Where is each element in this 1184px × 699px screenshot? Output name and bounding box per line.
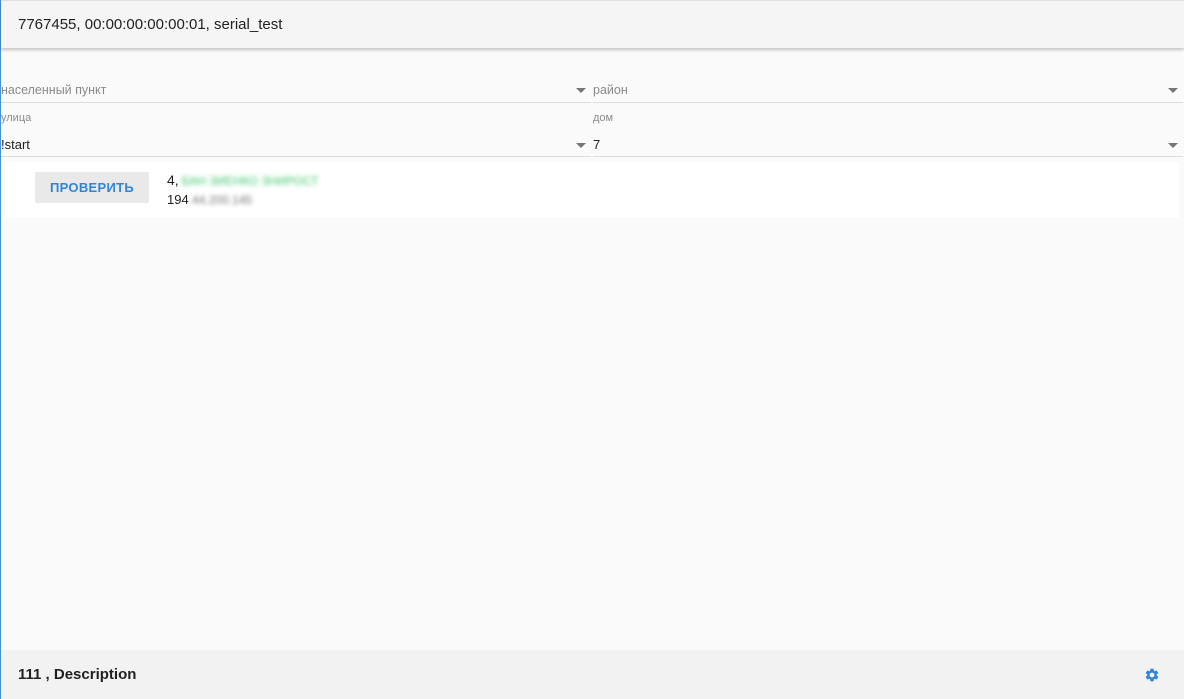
address-line: 4, БАН ЗИЕНКО ЗНИРОСТ [167,172,319,188]
address-redacted: БАН ЗИЕНКО ЗНИРОСТ [181,174,319,188]
house-value: 7 [593,137,601,152]
bottom-bar: 111 , Description [1,650,1184,699]
caret-down-icon [576,88,586,93]
device-title: 7767455, 00:00:00:00:00:01, serial_test [18,16,283,33]
caret-down-icon [1168,143,1178,148]
footer-description: 111 , Description [18,666,137,683]
top-bar: 7767455, 00:00:00:00:00:01, serial_test [1,0,1184,48]
locality-select[interactable]: населенный пункт [1,76,591,103]
ip-redacted: .44.200.145 [188,193,253,207]
house-select[interactable]: дом 7 [593,110,1183,157]
gear-icon[interactable] [1144,667,1160,683]
district-placeholder: район [593,83,628,97]
street-label: улица [1,112,32,124]
ip-line: 194.44.200.145 [167,192,252,207]
caret-down-icon [1168,88,1178,93]
caret-down-icon [576,143,586,148]
district-select[interactable]: район [593,76,1183,103]
result-card: ПРОВЕРИТЬ 4, БАН ЗИЕНКО ЗНИРОСТ 194.44.20… [6,162,1179,218]
house-label: дом [593,112,614,124]
check-button[interactable]: ПРОВЕРИТЬ [35,172,149,203]
address-prefix: 4, [167,172,179,188]
locality-placeholder: населенный пункт [1,83,107,97]
street-value: !start [1,137,30,152]
ip-prefix: 194 [167,192,189,207]
street-select[interactable]: улица !start [1,110,591,157]
app-page: 7767455, 00:00:00:00:00:01, serial_test … [0,0,1184,699]
